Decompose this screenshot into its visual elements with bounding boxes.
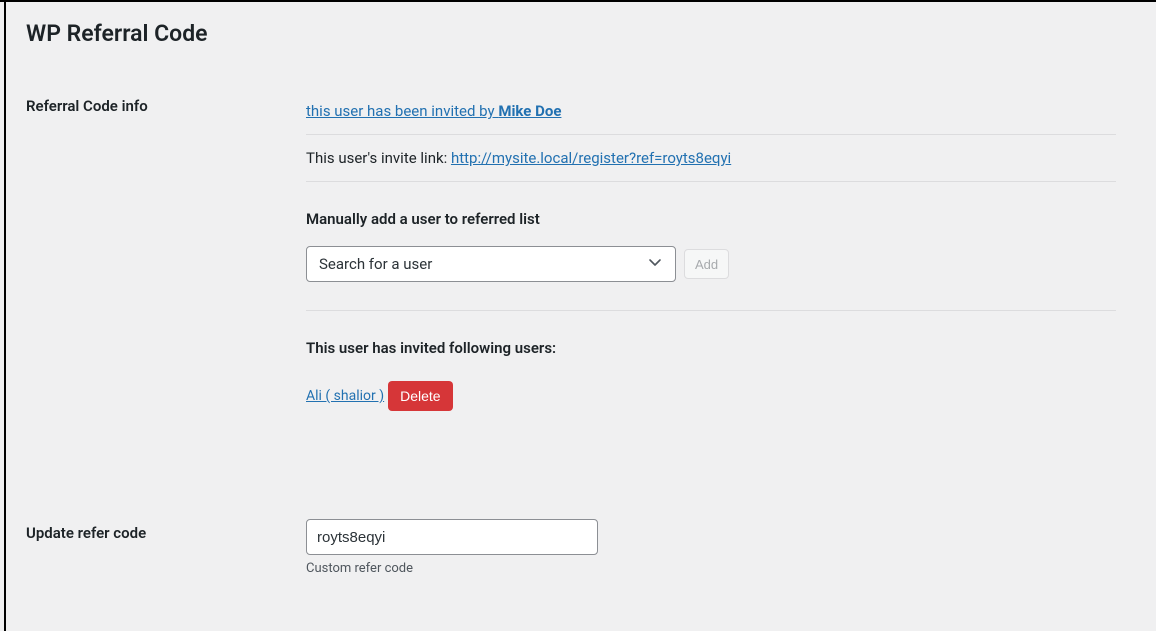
manual-add-label: Manually add a user to referred list [306,192,1116,246]
invited-by-name: Mike Doe [498,102,561,120]
delete-button[interactable]: Delete [388,381,452,411]
refer-code-description: Custom refer code [306,561,1126,576]
update-code-heading: Update refer code [26,504,296,591]
chevron-down-icon [647,254,663,274]
search-user-placeholder: Search for a user [319,255,432,273]
invite-link[interactable]: http://mysite.local/register?ref=royts8e… [451,149,731,167]
invited-users-label: This user has invited following users: [306,321,1116,381]
page-title: WP Referral Code [26,20,1136,47]
search-user-select[interactable]: Search for a user [306,246,676,282]
referral-info-heading: Referral Code info [26,77,296,504]
invited-by-link[interactable]: this user has been invited by Mike Doe [306,102,561,120]
invited-by-text: this user has been invited by [306,102,498,120]
invite-link-label: This user's invite link: [306,149,451,167]
invited-user-row: Ali ( shalior ) Delete [306,381,1116,429]
invited-user-link[interactable]: Ali ( shalior ) [306,388,384,404]
add-button[interactable]: Add [684,249,729,279]
refer-code-input[interactable] [306,519,598,555]
